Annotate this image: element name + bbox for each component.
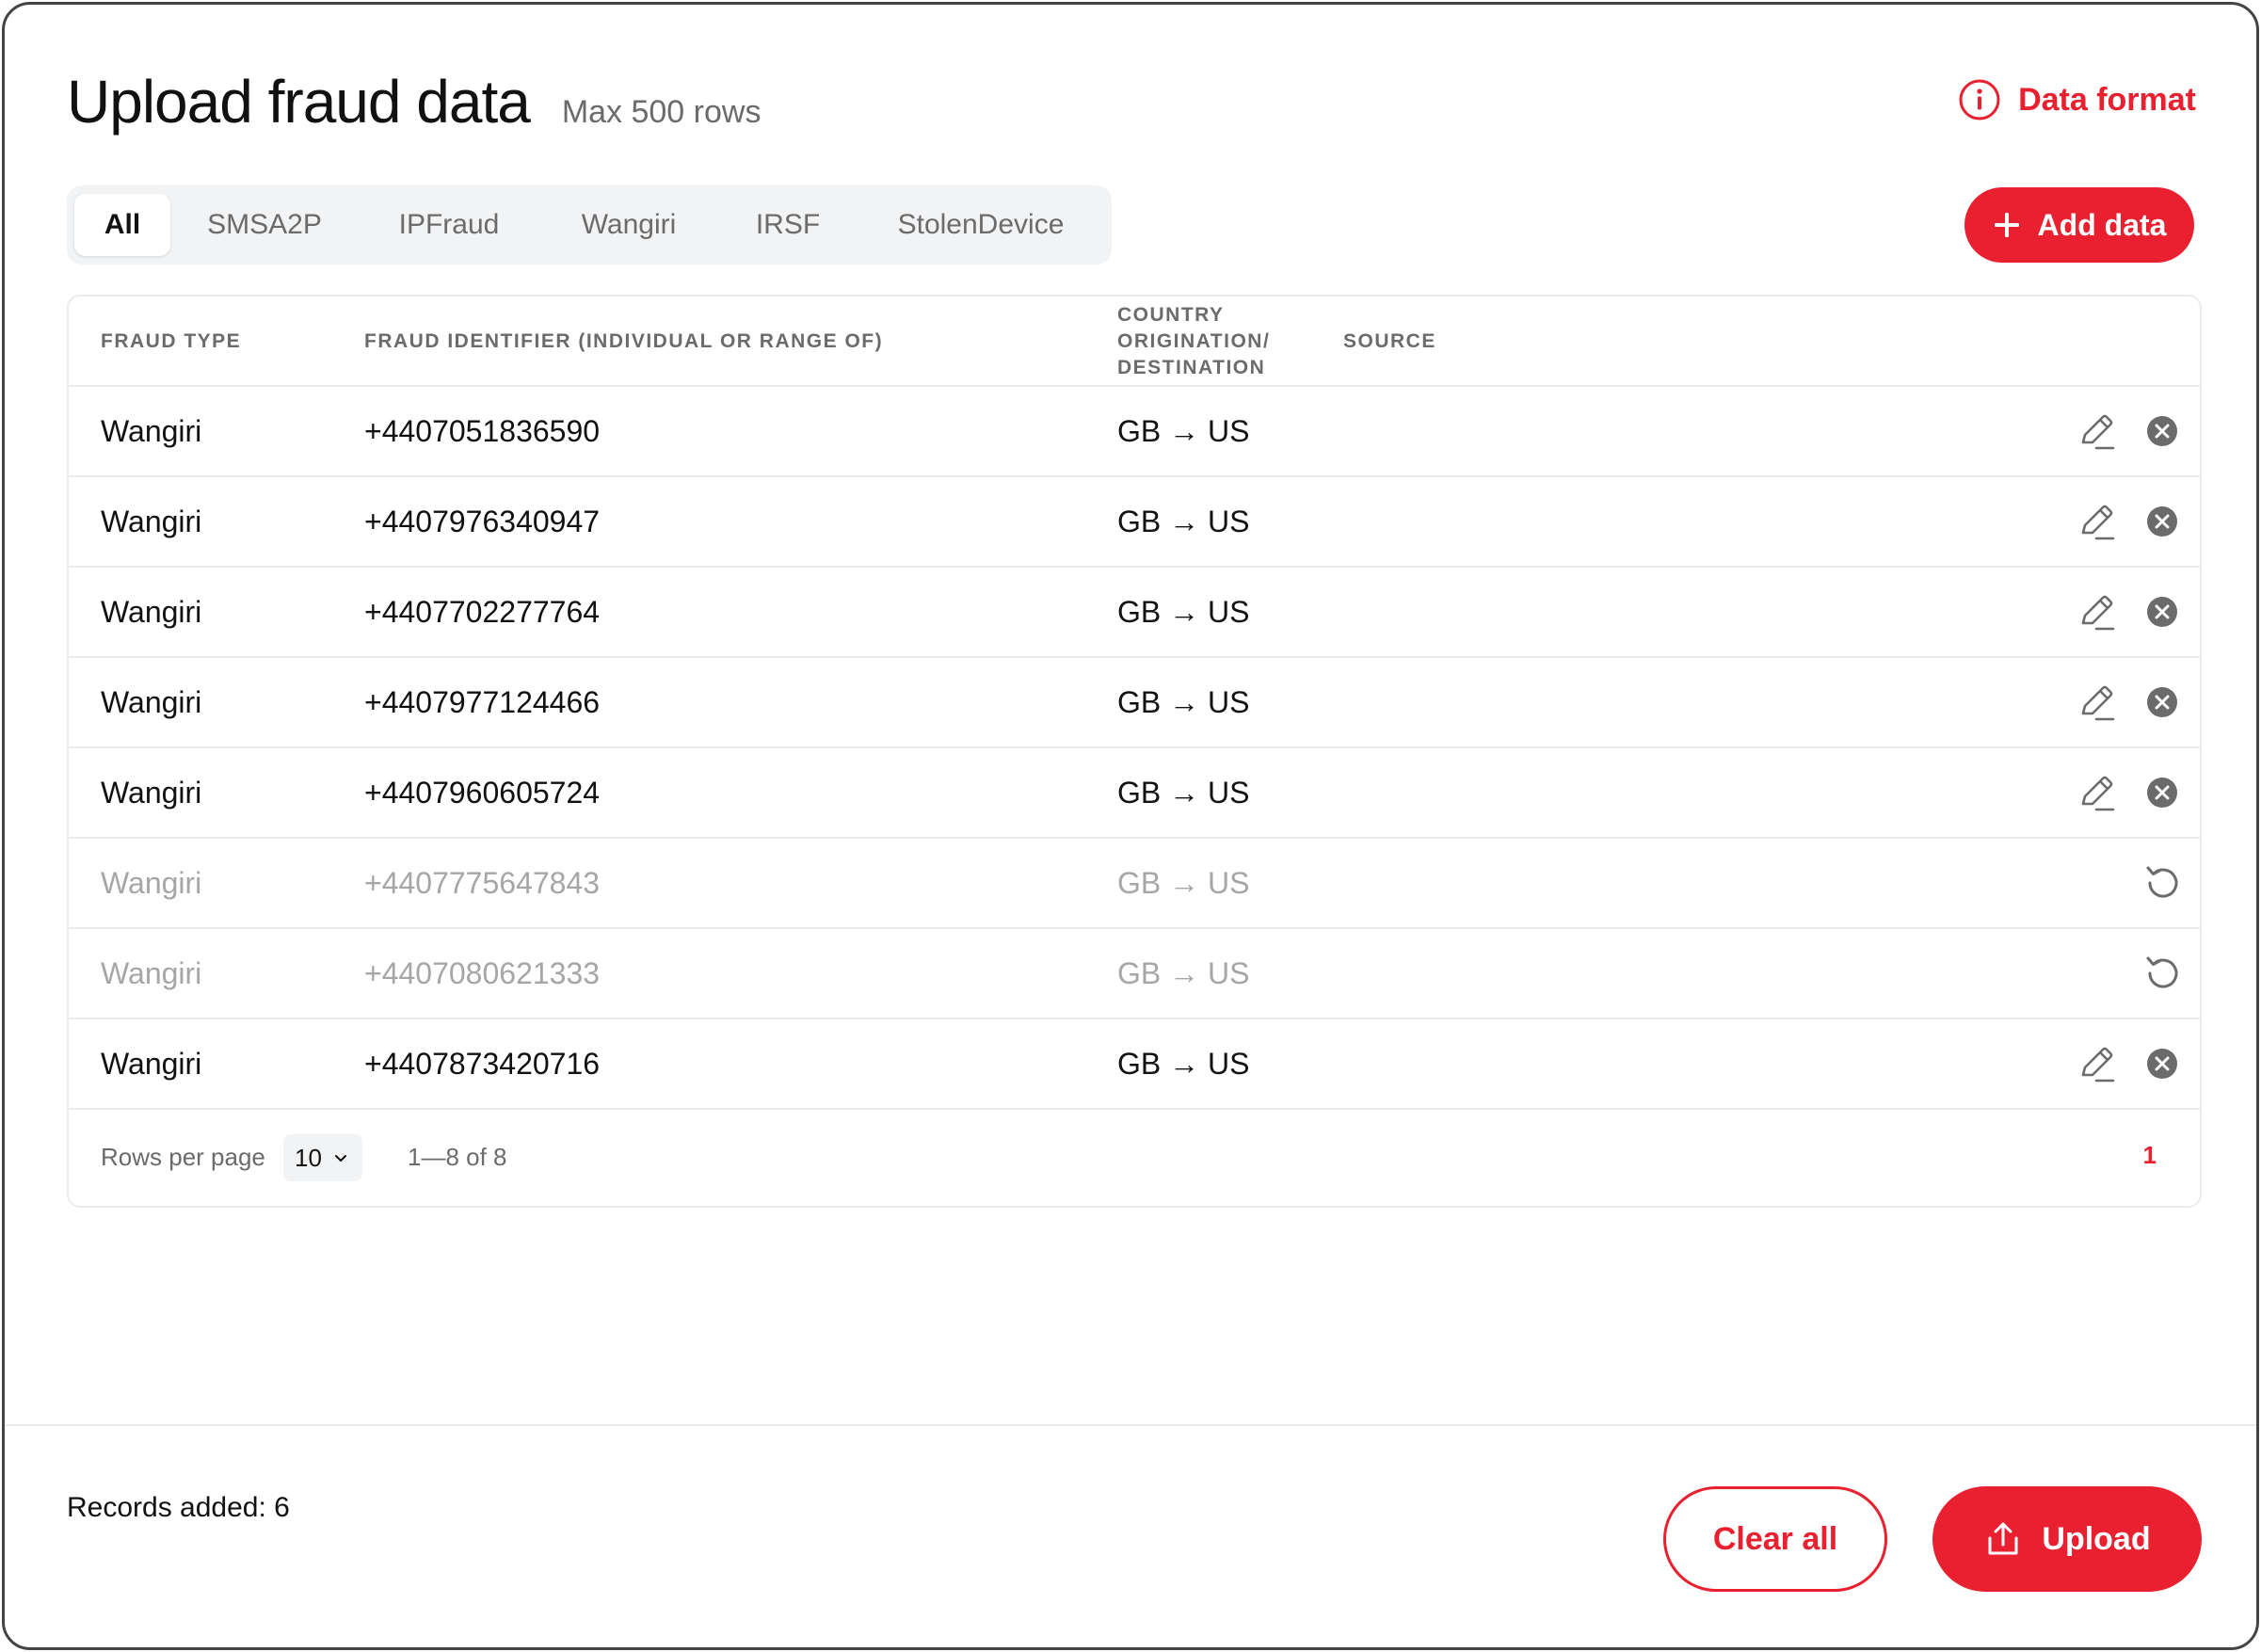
cell-country-route: GB → US	[1117, 775, 1250, 810]
table-body: Wangiri +4407051836590 GB → US Wangiri +4407…	[69, 387, 2200, 1110]
upload-button[interactable]: Upload	[1932, 1486, 2202, 1592]
cell-country-route: GB → US	[1117, 1046, 1250, 1081]
close-circle-icon[interactable]	[2140, 770, 2185, 815]
chevron-down-icon	[334, 1155, 346, 1162]
column-header-country: COUNTRY ORIGINATION/ DESTINATION	[1117, 304, 1271, 378]
column-header-source: SOURCE	[1343, 330, 1436, 352]
page-subtitle: Max 500 rows	[561, 94, 762, 130]
footer-divider	[5, 1424, 2256, 1426]
cell-country-route: GB → US	[1117, 504, 1250, 538]
close-circle-icon[interactable]	[2140, 409, 2185, 454]
plus-icon	[1994, 213, 2019, 237]
clear-all-label: Clear all	[1712, 1520, 1838, 1557]
cell-fraud-identifier: +4407080621333	[364, 955, 601, 990]
page-title: Upload fraud data	[67, 68, 531, 136]
cell-country-route: GB → US	[1117, 955, 1250, 990]
cell-fraud-identifier: +4407775647843	[364, 865, 601, 900]
table-header: FRAUD TYPE FRAUD IDENTIFIER (INDIVIDUAL …	[69, 297, 2200, 387]
cell-fraud-type: Wangiri	[101, 955, 202, 990]
rows-per-page-select[interactable]: 10	[283, 1134, 362, 1181]
upload-label: Upload	[2042, 1520, 2151, 1557]
row-actions	[2140, 839, 2185, 927]
cell-fraud-identifier: +4407960605724	[364, 775, 601, 810]
table-row: Wangiri +4407960605724 GB → US	[69, 748, 2200, 839]
cell-fraud-identifier: +4407702277764	[364, 594, 601, 629]
data-format-label: Data format	[2018, 81, 2196, 118]
cell-fraud-identifier: +4407977124466	[364, 684, 601, 719]
row-actions	[2074, 658, 2185, 746]
tab-all[interactable]: All	[74, 194, 170, 256]
pencil-icon[interactable]	[2074, 589, 2119, 634]
table-pagination: Rows per page 10 1—8 of 8 1	[69, 1110, 2200, 1204]
pencil-icon[interactable]	[2074, 770, 2119, 815]
pencil-icon[interactable]	[2074, 409, 2119, 454]
page-number-current[interactable]: 1	[2143, 1110, 2157, 1200]
add-data-button[interactable]: Add data	[1964, 187, 2194, 263]
cell-country-route: GB → US	[1117, 684, 1250, 719]
table-row: Wangiri +4407976340947 GB → US	[69, 477, 2200, 568]
cell-fraud-type: Wangiri	[101, 504, 202, 538]
table-row: Wangiri +4407977124466 GB → US	[69, 658, 2200, 748]
cell-fraud-type: Wangiri	[101, 684, 202, 719]
pencil-icon[interactable]	[2074, 680, 2119, 725]
tab-stolendevice[interactable]: StolenDevice	[858, 194, 1104, 256]
undo-icon[interactable]	[2140, 860, 2185, 906]
fraud-data-table: FRAUD TYPE FRAUD IDENTIFIER (INDIVIDUAL …	[67, 295, 2202, 1208]
row-actions	[2140, 929, 2185, 1018]
header: Upload fraud data Max 500 rows	[67, 67, 761, 136]
upload-icon	[1988, 1522, 2018, 1555]
data-format-link[interactable]: Data format	[1958, 78, 2196, 121]
cell-fraud-identifier: +4407976340947	[364, 504, 601, 538]
cell-fraud-type: Wangiri	[101, 594, 202, 629]
column-header-fraud-identifier: FRAUD IDENTIFIER (INDIVIDUAL OR RANGE OF…	[364, 330, 884, 352]
table-row: Wangiri +4407702277764 GB → US	[69, 568, 2200, 658]
add-data-label: Add data	[2037, 207, 2167, 242]
clear-all-button[interactable]: Clear all	[1663, 1486, 1887, 1592]
tab-irsf[interactable]: IRSF	[718, 194, 858, 256]
cell-country-route: GB → US	[1117, 413, 1250, 448]
cell-fraud-identifier: +4407051836590	[364, 413, 601, 448]
rows-per-page-label: Rows per page	[101, 1142, 265, 1171]
fraud-type-tabs: All SMSA2P IPFraud Wangiri IRSF StolenDe…	[67, 185, 1112, 265]
rows-per-page-value: 10	[295, 1143, 322, 1172]
row-actions	[2074, 568, 2185, 656]
records-added-count: Records added: 6	[67, 1492, 290, 1523]
cell-fraud-type: Wangiri	[101, 413, 202, 448]
row-actions	[2074, 387, 2185, 475]
close-circle-icon[interactable]	[2140, 499, 2185, 544]
column-header-fraud-type: FRAUD TYPE	[101, 330, 242, 352]
table-row: Wangiri +4407051836590 GB → US	[69, 387, 2200, 477]
table-row: Wangiri +4407873420716 GB → US	[69, 1019, 2200, 1110]
tab-smsa2p[interactable]: SMSA2P	[170, 194, 359, 256]
tab-wangiri[interactable]: Wangiri	[539, 194, 718, 256]
close-circle-icon[interactable]	[2140, 589, 2185, 634]
cell-country-route: GB → US	[1117, 594, 1250, 629]
table-row: Wangiri +4407080621333 GB → US	[69, 929, 2200, 1019]
pencil-icon[interactable]	[2074, 1041, 2119, 1086]
cell-fraud-identifier: +4407873420716	[364, 1046, 601, 1081]
cell-country-route: GB → US	[1117, 865, 1250, 900]
cell-fraud-type: Wangiri	[101, 1046, 202, 1081]
pagination-range: 1—8 of 8	[408, 1142, 507, 1171]
row-actions	[2074, 477, 2185, 566]
row-actions	[2074, 1019, 2185, 1108]
cell-fraud-type: Wangiri	[101, 865, 202, 900]
info-icon	[1959, 79, 2000, 120]
close-circle-icon[interactable]	[2140, 1041, 2185, 1086]
cell-fraud-type: Wangiri	[101, 775, 202, 810]
pencil-icon[interactable]	[2074, 499, 2119, 544]
upload-dialog: Upload fraud data Max 500 rows Data form…	[2, 2, 2259, 1650]
row-actions	[2074, 748, 2185, 837]
undo-icon[interactable]	[2140, 951, 2185, 996]
close-circle-icon[interactable]	[2140, 680, 2185, 725]
tab-ipfraud[interactable]: IPFraud	[359, 194, 539, 256]
table-row: Wangiri +4407775647843 GB → US	[69, 839, 2200, 929]
